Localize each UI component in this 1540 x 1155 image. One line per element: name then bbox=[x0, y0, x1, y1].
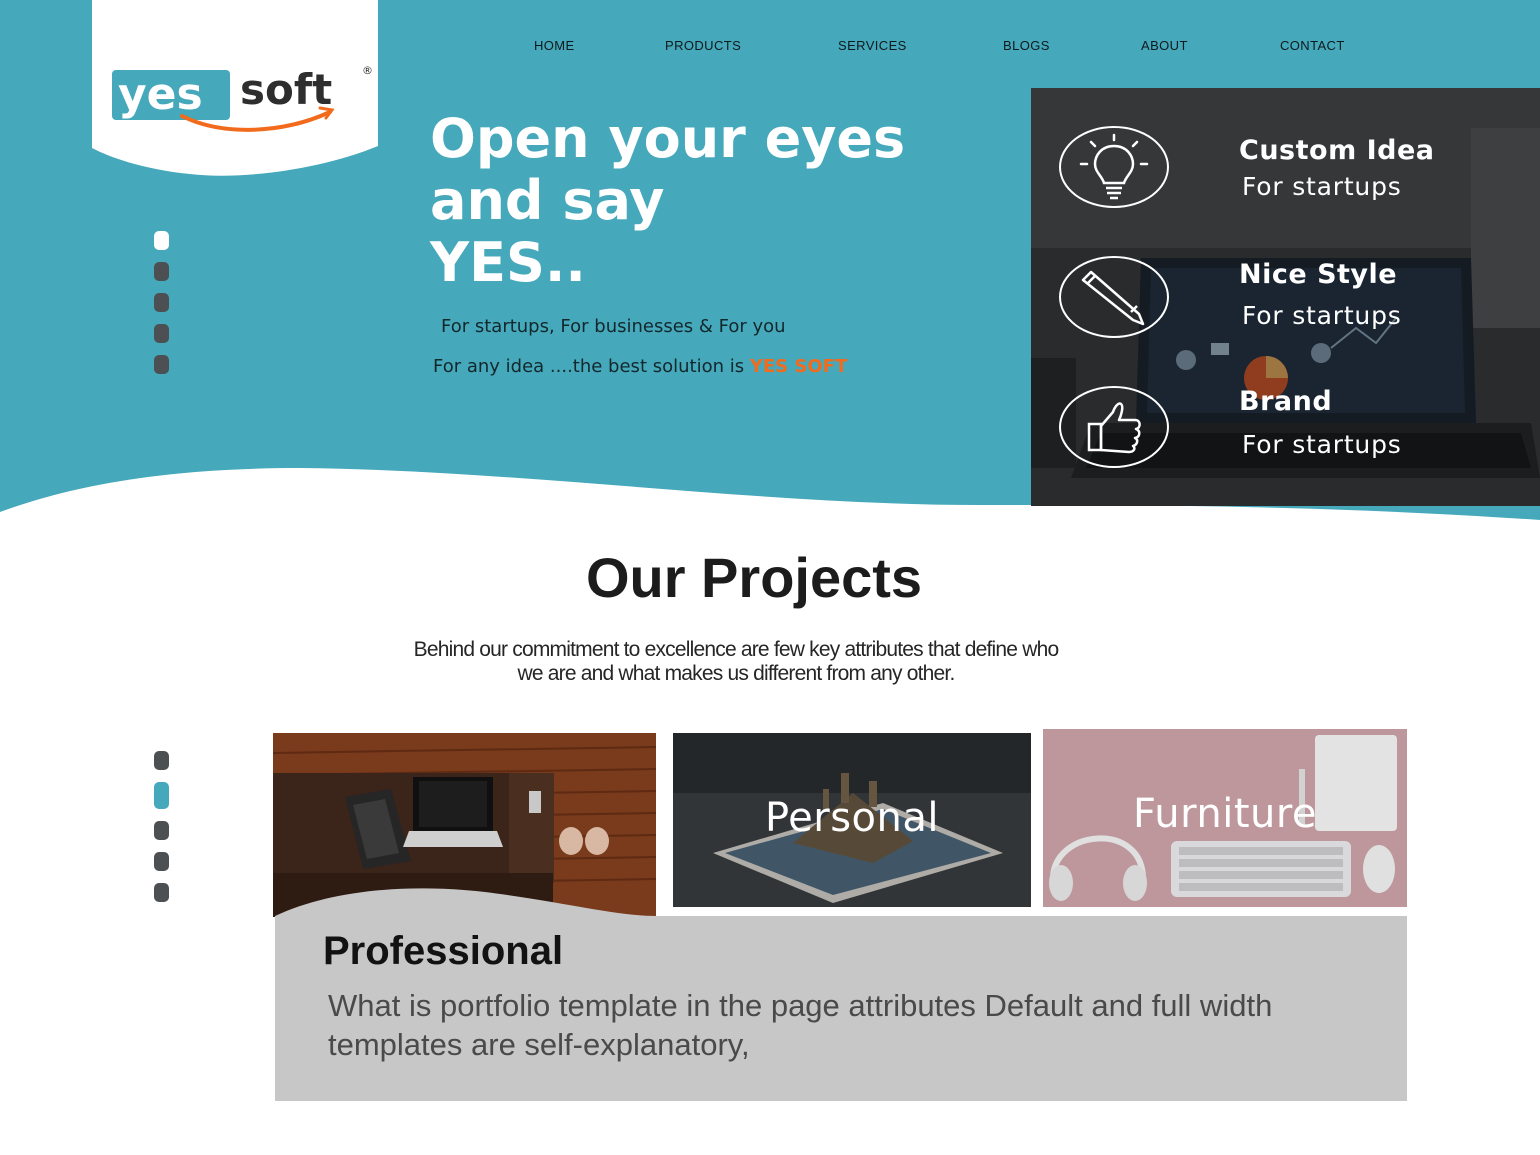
slider-dot[interactable] bbox=[154, 262, 169, 281]
feature-icon-circle bbox=[1059, 256, 1169, 338]
svg-text:soft: soft bbox=[240, 65, 332, 114]
featured-project-title[interactable]: Professional bbox=[323, 929, 563, 974]
feature-subtitle: For startups bbox=[1242, 301, 1402, 330]
slider-dot[interactable] bbox=[154, 852, 169, 871]
svg-text:®: ® bbox=[362, 64, 373, 77]
feature-title: Brand bbox=[1239, 386, 1333, 417]
feature-item[interactable]: Custom Idea For startups bbox=[1059, 126, 1539, 216]
nav-services-link[interactable]: SERVICES bbox=[838, 38, 907, 53]
feature-subtitle: For startups bbox=[1242, 430, 1402, 459]
feature-title: Custom Idea bbox=[1239, 135, 1435, 166]
feature-item[interactable]: Brand For startups bbox=[1059, 386, 1539, 476]
hero-tagline-brand: YES SOFT bbox=[749, 356, 848, 377]
nav-home-link[interactable]: HOME bbox=[534, 38, 575, 53]
project-tile-label: Personal bbox=[764, 795, 940, 841]
projects-title: Our Projects bbox=[585, 546, 923, 609]
projects-description-line: we are and what makes us different from … bbox=[517, 662, 955, 685]
thumbs-up-icon bbox=[1087, 402, 1141, 454]
hero-slider-dots bbox=[154, 231, 169, 386]
hero-subtitle: For startups, For businesses & For you bbox=[441, 316, 786, 337]
feature-title: Nice Style bbox=[1239, 259, 1398, 290]
hero-tagline-text: For any idea ....the best solution is bbox=[433, 356, 750, 377]
slider-dot[interactable] bbox=[154, 293, 169, 312]
hero-title-line: and say bbox=[430, 169, 665, 232]
slider-dot[interactable] bbox=[154, 821, 169, 840]
main-nav: HOME PRODUCTS SERVICES BLOGS ABOUT CONTA… bbox=[0, 38, 1540, 58]
lightbulb-icon bbox=[1079, 133, 1149, 200]
featured-project-description: What is portfolio template in the page a… bbox=[328, 988, 1273, 1062]
nav-contact-link[interactable]: CONTACT bbox=[1280, 38, 1345, 53]
slider-dot-active[interactable] bbox=[154, 782, 169, 809]
slider-dot[interactable] bbox=[154, 751, 169, 770]
slider-dot-active[interactable] bbox=[154, 231, 169, 250]
projects-description-line: Behind our commitment to excellence are … bbox=[413, 638, 1059, 661]
hero-tagline: For any idea ....the best solution is YE… bbox=[433, 356, 847, 377]
slider-dot[interactable] bbox=[154, 883, 169, 902]
hero-title-line: YES.. bbox=[430, 231, 586, 294]
nav-products-link[interactable]: PRODUCTS bbox=[665, 38, 741, 53]
projects-description: Behind our commitment to excellence are … bbox=[300, 638, 1172, 686]
slider-dot[interactable] bbox=[154, 355, 169, 374]
features-panel: Custom Idea For startups Nice Style For … bbox=[1031, 88, 1540, 506]
pencil-icon bbox=[1081, 270, 1145, 326]
projects-slider-dots bbox=[154, 751, 169, 914]
logo[interactable]: yes soft ® bbox=[112, 58, 382, 138]
hero-title-line: Open your eyes bbox=[430, 107, 906, 170]
feature-icon-circle bbox=[1059, 386, 1169, 468]
slider-dot[interactable] bbox=[154, 324, 169, 343]
logo-mark: yes soft ® bbox=[112, 64, 373, 132]
svg-text:yes: yes bbox=[118, 69, 203, 120]
nav-blogs-link[interactable]: BLOGS bbox=[1003, 38, 1050, 53]
project-tile-label: Furniture bbox=[1132, 791, 1318, 837]
feature-icon-circle bbox=[1059, 126, 1169, 208]
hero-title: Open your eyes and say YES.. bbox=[430, 108, 1030, 294]
project-tile-furniture[interactable]: Furniture bbox=[1043, 729, 1407, 907]
nav-about-link[interactable]: ABOUT bbox=[1141, 38, 1188, 53]
feature-subtitle: For startups bbox=[1242, 172, 1402, 201]
project-tile-personal[interactable]: Personal bbox=[673, 733, 1031, 907]
feature-item[interactable]: Nice Style For startups bbox=[1059, 256, 1539, 346]
